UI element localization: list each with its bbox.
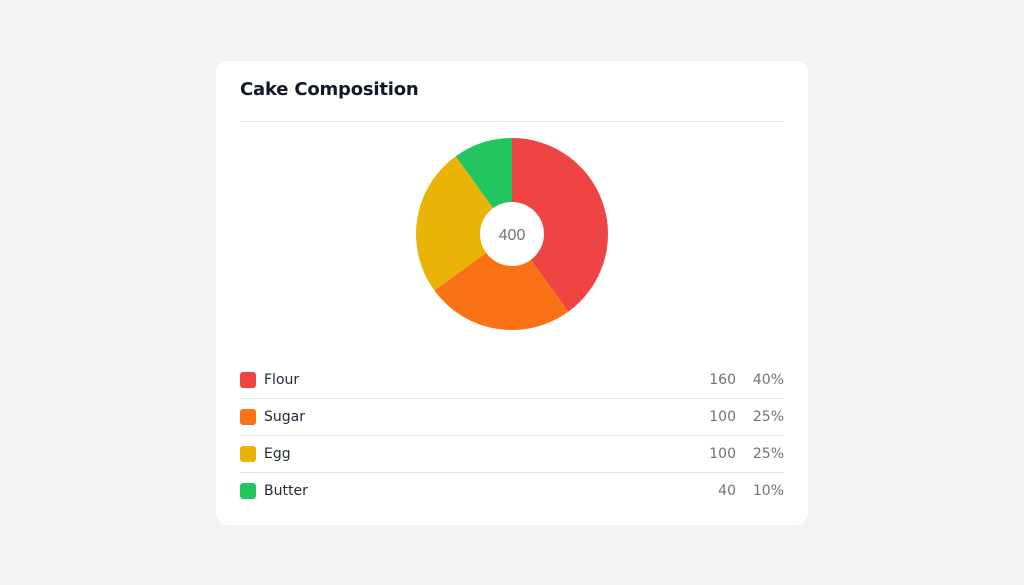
- pie-center-total: 400: [499, 227, 526, 244]
- chart-legend: Flour 160 40% Sugar 100 25% Egg 100 25% Butter 40 1…: [240, 362, 784, 509]
- legend-item-egg: Egg 100 25%: [240, 436, 784, 473]
- legend-value: 100: [709, 446, 736, 462]
- chart-card: Cake Composition 400 Flour 160 40% Sugar 100…: [216, 61, 808, 525]
- legend-swatch: [240, 372, 256, 388]
- chart-title: Cake Composition: [240, 79, 419, 100]
- pie-chart: 400: [416, 138, 608, 330]
- legend-value: 100: [709, 409, 736, 425]
- legend-swatch: [240, 446, 256, 462]
- legend-label: Butter: [264, 483, 308, 499]
- legend-item-butter: Butter 40 10%: [240, 473, 784, 509]
- legend-value: 160: [709, 372, 736, 388]
- legend-item-flour: Flour 160 40%: [240, 362, 784, 399]
- legend-value: 40: [718, 483, 736, 499]
- legend-percent: 25%: [752, 409, 784, 425]
- legend-item-sugar: Sugar 100 25%: [240, 399, 784, 436]
- legend-percent: 25%: [752, 446, 784, 462]
- legend-swatch: [240, 483, 256, 499]
- pie-chart-area: 400: [216, 121, 808, 351]
- legend-percent: 40%: [752, 372, 784, 388]
- legend-label: Flour: [264, 372, 300, 388]
- legend-label: Sugar: [264, 409, 305, 425]
- legend-label: Egg: [264, 446, 291, 462]
- legend-swatch: [240, 409, 256, 425]
- legend-percent: 10%: [752, 483, 784, 499]
